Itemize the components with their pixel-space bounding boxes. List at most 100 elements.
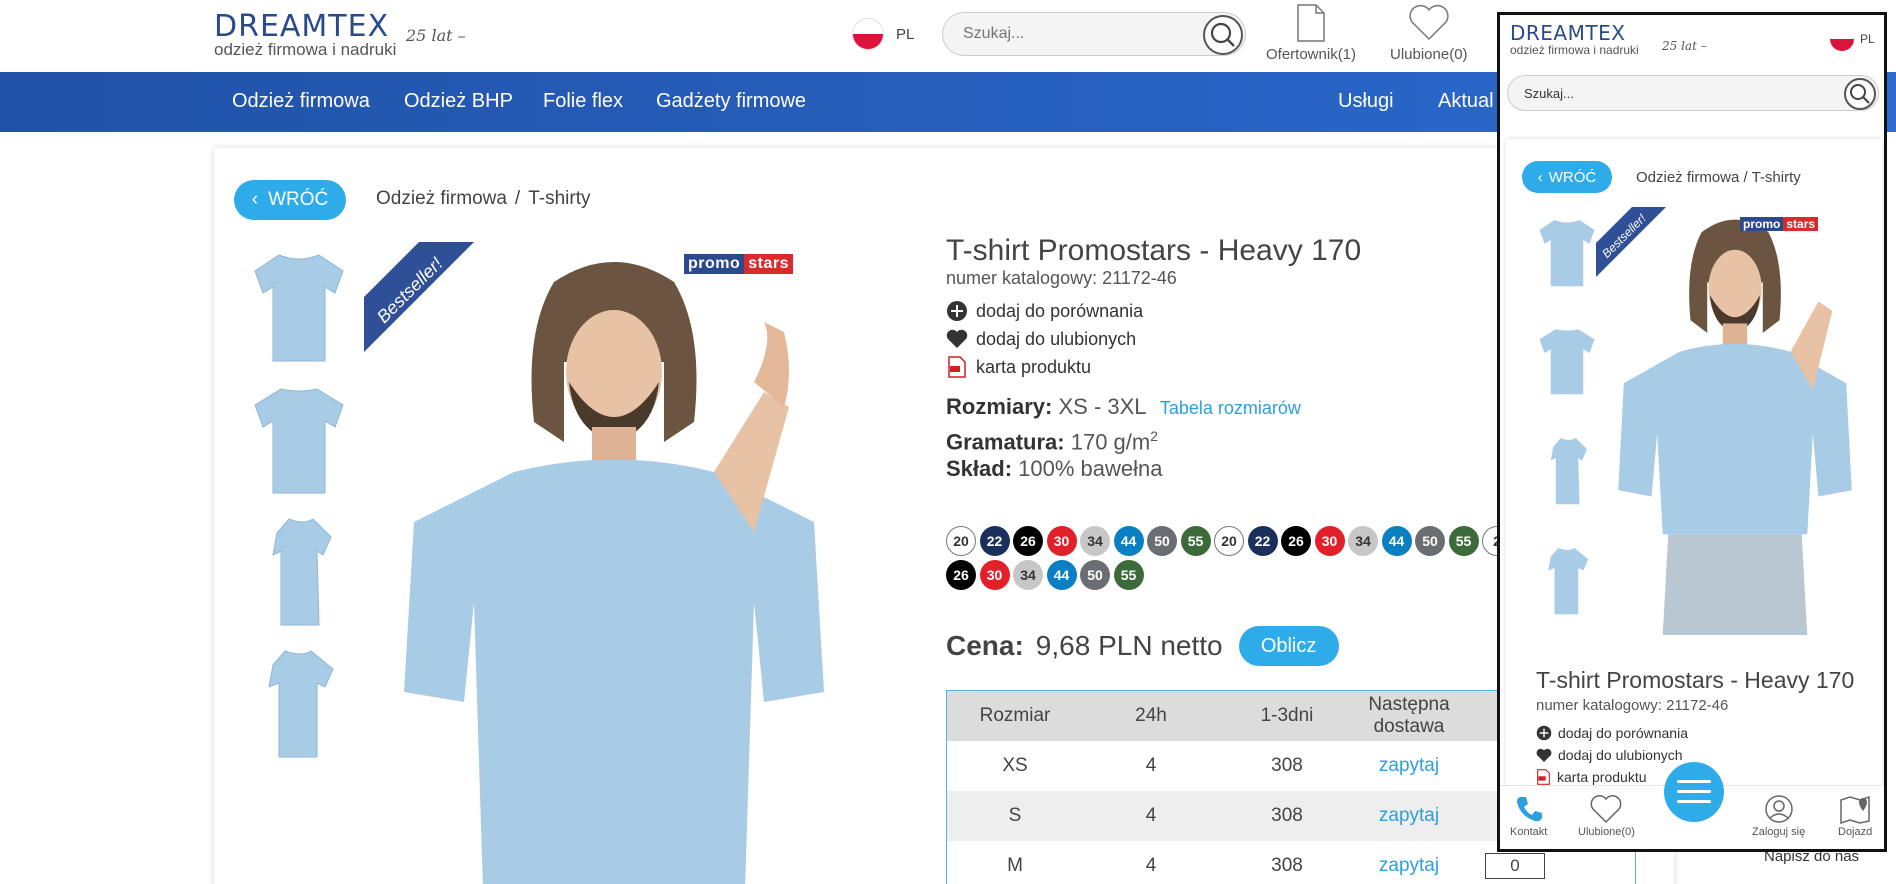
back-button[interactable]: ‹ WRÓĆ [234,180,346,220]
mobile-login-button[interactable]: Zaloguj się [1752,794,1805,838]
search-button[interactable] [1203,15,1243,55]
color-swatch[interactable]: 34 [1080,526,1110,556]
weight-unit-superscript: 2 [1150,428,1159,444]
breadcrumb-item[interactable]: T-shirty [1752,169,1801,186]
offer-list-link[interactable]: Ofertownik(1) [1266,4,1356,63]
poland-flag-icon [1830,27,1854,51]
color-swatch[interactable]: 44 [1113,526,1144,556]
mobile-thumbnail[interactable] [1532,535,1602,621]
color-swatch[interactable]: 26 [946,560,976,590]
nav-item-gadzety[interactable]: Gadżety firmowe [656,90,806,113]
mobile-favorites-bottom-label: Ulubione(0) [1578,826,1635,838]
color-swatch[interactable]: 34 [1348,526,1378,556]
product-card: ‹ WRÓĆ Odzież firmowa / T-shirty Bestsel… [214,148,1674,884]
promostars-logo-part-b: stars [744,254,794,274]
nav-item-odziez-bhp[interactable]: Odzież BHP [404,90,513,113]
color-swatch[interactable]: 44 [1381,526,1412,556]
mobile-search-input[interactable]: Szukaj... [1507,75,1879,111]
color-swatch[interactable]: 34 [1013,560,1043,590]
breadcrumb-item[interactable]: T-shirty [528,188,590,209]
mobile-product-sheet-link[interactable]: karta produktu [1536,769,1647,785]
material-spec: Skład: 100% bawełna [946,456,1163,482]
mobile-breadcrumb: Odzież firmowa / T-shirty [1636,169,1801,186]
color-swatch[interactable]: 30 [1314,526,1345,556]
color-swatch[interactable]: 26 [1013,526,1043,556]
mobile-back-button[interactable]: ‹ WRÓĆ [1522,161,1612,193]
nav-item-aktualnosci[interactable]: Aktual [1438,90,1494,113]
logo[interactable]: DREAMTEX odzież firmowa i nadruki 25 lat… [214,12,466,60]
tshirt-thumbnail-image [254,254,344,362]
color-swatch[interactable]: 55 [1448,526,1479,556]
mobile-logo[interactable]: DREAMTEX odzież firmowa i nadruki 25 lat… [1510,23,1707,57]
breadcrumb-item[interactable]: Odzież firmowa [1636,169,1739,186]
mobile-directions-label: Dojazd [1838,826,1873,838]
mobile-search-button[interactable] [1844,78,1876,110]
nav-item-folie-flex[interactable]: Folie flex [543,90,623,113]
color-swatch[interactable]: 26 [1281,526,1311,556]
color-swatch[interactable]: 30 [1046,526,1077,556]
color-swatch[interactable]: 50 [1415,526,1445,556]
quantity-input[interactable]: 0 [1485,853,1545,879]
add-to-compare-link[interactable]: dodaj do porównania [946,300,1143,322]
price-row: Cena: 9,68 PLN netto Oblicz [946,626,1339,666]
color-swatch[interactable]: 44 [1046,560,1077,590]
mobile-menu-button[interactable] [1664,762,1724,822]
heart-icon [1409,4,1449,41]
poland-flag-icon [852,18,884,50]
row-size: M [1007,855,1023,876]
mobile-thumbnail[interactable] [1532,425,1602,511]
mobile-favorites-button[interactable]: Ulubione(0) [1578,794,1635,838]
color-swatch[interactable]: 20 [946,526,976,556]
color-swatches: 2022263034445055202226303444505522630344… [944,524,1504,594]
favorites-link[interactable]: Ulubione(0) [1390,4,1468,63]
ask-link[interactable]: zapytaj [1355,805,1463,827]
color-swatch[interactable]: 30 [979,560,1010,590]
calculate-button[interactable]: Oblicz [1238,626,1339,666]
promostars-logo: promo stars [684,254,810,274]
product-thumbnail[interactable] [244,242,354,364]
mobile-back-label: WRÓĆ [1548,168,1597,186]
heart-icon [1591,795,1622,824]
heart-icon [946,328,968,350]
color-swatch[interactable]: 22 [1247,526,1278,556]
weight-label: Gramatura: [946,429,1065,455]
offer-list-label: Ofertownik(1) [1266,46,1357,63]
color-swatch[interactable]: 50 [1080,560,1110,590]
table-header-size: Rozmiar [979,705,1051,726]
color-swatch[interactable]: 55 [1113,560,1144,590]
nav-item-uslugi[interactable]: Usługi [1338,90,1394,113]
row-1-3days: 308 [1271,805,1303,826]
color-swatch[interactable]: 55 [1180,526,1211,556]
favorites-label: Ulubione(0) [1390,46,1468,63]
row-size: S [1008,805,1022,826]
color-swatch[interactable]: 20 [1214,526,1244,556]
search-icon [1850,84,1870,104]
ask-link[interactable]: zapytaj [1355,755,1463,777]
mobile-logo-tagline: odzież firmowa i nadruki [1510,43,1639,57]
mobile-thumbnail[interactable] [1532,315,1602,401]
product-thumbnail[interactable] [244,374,354,496]
row-1-3days: 308 [1271,755,1303,776]
add-to-favorites-link[interactable]: dodaj do ulubionych [946,328,1136,350]
mobile-add-to-compare-link[interactable]: dodaj do porównania [1536,725,1688,741]
ask-link[interactable]: zapytaj [1355,855,1463,877]
color-swatch[interactable]: 50 [1147,526,1177,556]
nav-item-odziez-firmowa[interactable]: Odzież firmowa [232,90,370,113]
document-icon [1297,4,1325,42]
color-swatch[interactable]: 22 [979,526,1010,556]
mobile-contact-button[interactable]: Kontakt [1510,794,1547,838]
sizes-label: Rozmiary: [946,394,1053,419]
price-label: Cena: [946,630,1024,661]
language-switch[interactable]: PL [852,18,914,50]
breadcrumb-item[interactable]: Odzież firmowa [376,188,507,209]
product-thumbnail[interactable] [244,638,354,760]
product-thumbnail[interactable] [244,506,354,628]
mobile-language-switch[interactable]: PL [1830,27,1875,51]
mobile-thumbnail[interactable] [1532,207,1602,293]
product-sheet-link[interactable]: karta produktu [946,356,1091,378]
logo-anniversary: 25 lat – [406,26,466,45]
mobile-add-to-favorites-link[interactable]: dodaj do ulubionych [1536,747,1683,763]
size-chart-link[interactable]: Tabela rozmiarów [1160,398,1301,418]
mobile-directions-button[interactable]: Dojazd [1838,794,1872,838]
search-input[interactable] [963,25,1183,43]
